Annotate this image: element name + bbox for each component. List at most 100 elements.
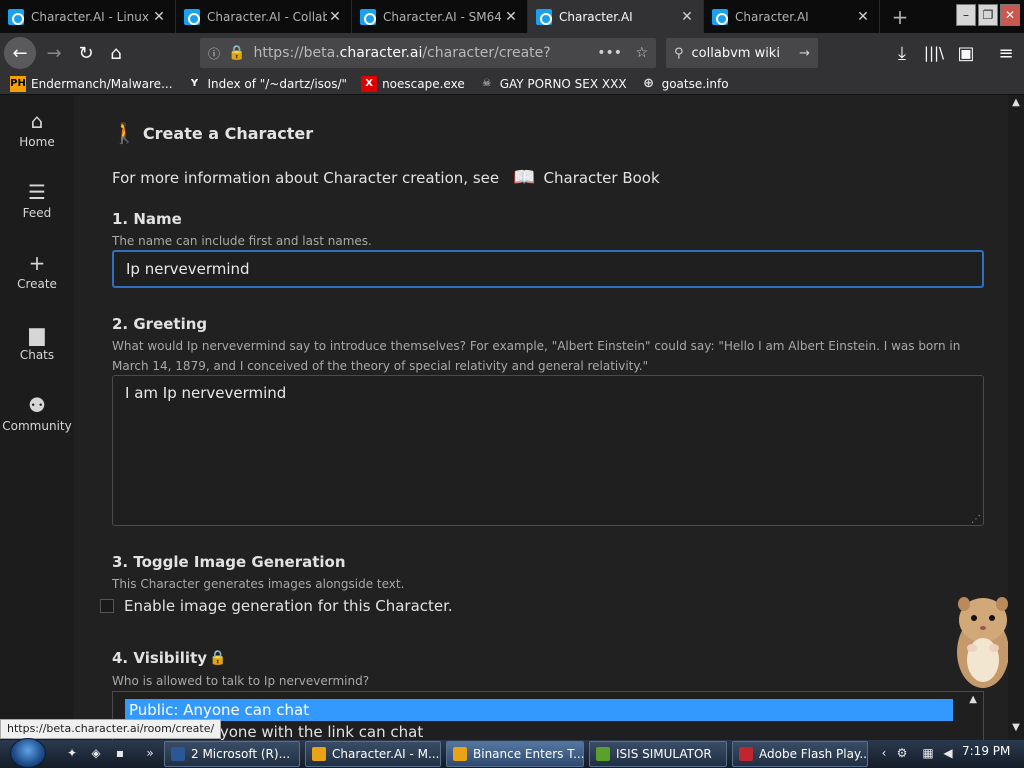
quicklaunch-icon[interactable]: ✦ bbox=[64, 745, 80, 761]
taskbar-clock[interactable]: 7:19 PM bbox=[962, 744, 1010, 758]
taskbar-button[interactable]: Adobe Flash Play... bbox=[732, 741, 868, 767]
bookmark-item[interactable]: PH Endermanch/Malware... bbox=[10, 75, 173, 92]
search-go-icon[interactable]: → bbox=[799, 46, 810, 61]
url-bar[interactable]: ⓘ 🔒 https://beta. character.ai/character/… bbox=[200, 38, 656, 68]
taskbar-button[interactable]: Character.AI - M... bbox=[305, 741, 441, 767]
tab-label: Character.AI - SM64 bbox=[383, 9, 502, 24]
bookmark-item[interactable]: ⊕ goatse.info bbox=[641, 76, 729, 92]
bookmark-star-icon[interactable]: ☆ bbox=[635, 45, 648, 61]
close-icon[interactable]: ✕ bbox=[855, 9, 871, 25]
image-gen-checkbox[interactable] bbox=[100, 599, 114, 613]
image-gen-hint: This Character generates images alongsid… bbox=[112, 577, 405, 591]
tab-label: Character.AI bbox=[735, 9, 809, 24]
tab-strip: Character.AI - Linux ✕ Character.AI - Col… bbox=[0, 0, 1024, 33]
sidebar-item-label: Chats bbox=[19, 348, 55, 362]
network-icon[interactable]: ▦ bbox=[920, 745, 936, 761]
visibility-select[interactable]: Public: Anyone can chat Unlisted: Anyone… bbox=[112, 691, 984, 740]
start-button[interactable] bbox=[10, 738, 46, 768]
character-ai-favicon-icon bbox=[184, 8, 200, 25]
sidebar-item-feed[interactable]: ☰ Feed bbox=[0, 180, 74, 220]
chevron-up-icon[interactable]: ▲ bbox=[969, 694, 977, 705]
show-desktop-icon[interactable]: ▪ bbox=[112, 745, 128, 761]
taskbar-button[interactable]: ISIS SIMULATOR bbox=[589, 741, 727, 767]
nav-toolbar: ← → ↻ ⌂ ⓘ 🔒 https://beta. character.ai/ch… bbox=[0, 33, 1024, 73]
search-bar[interactable]: ⚲ collabvm wiki → bbox=[666, 38, 818, 68]
close-icon[interactable]: ✕ bbox=[151, 9, 167, 25]
home-button[interactable]: ⌂ bbox=[100, 37, 132, 69]
browser-tab-5[interactable]: Character.AI ✕ bbox=[704, 0, 880, 33]
close-window-button[interactable]: ✕ bbox=[1000, 4, 1020, 26]
resize-handle-icon[interactable]: ⋰ bbox=[971, 514, 981, 525]
sidebar-item-chats[interactable]: ▆ Chats bbox=[0, 322, 74, 362]
bookmark-label: goatse.info bbox=[661, 76, 729, 91]
more-info-text: For more information about Character cre… bbox=[112, 168, 500, 187]
bookmark-label: Index of "/~dartz/isos/" bbox=[207, 76, 348, 91]
sidebar-item-community[interactable]: ⚉ Community bbox=[0, 393, 74, 433]
quicklaunch-expand-icon[interactable]: » bbox=[142, 745, 158, 761]
taskbar-button[interactable]: 2 Microsoft (R)... bbox=[164, 741, 300, 767]
character-ai-favicon-icon bbox=[360, 8, 376, 25]
name-input[interactable]: Ip nervevermind bbox=[112, 250, 984, 288]
new-tab-button[interactable]: + bbox=[880, 0, 920, 33]
scroll-down-icon[interactable]: ▼ bbox=[1008, 720, 1024, 736]
close-icon[interactable]: ✕ bbox=[327, 9, 343, 25]
bookmark-item[interactable]: Y Index of "/~dartz/isos/" bbox=[187, 76, 348, 92]
quicklaunch-icon[interactable]: ◈ bbox=[88, 745, 104, 761]
info-icon[interactable]: ⓘ bbox=[208, 45, 220, 62]
browser-tab-2[interactable]: Character.AI - Collab ✕ bbox=[176, 0, 352, 33]
taskbar-button-active[interactable]: Binance Enters T... bbox=[446, 741, 584, 767]
reload-button[interactable]: ↻ bbox=[70, 37, 102, 69]
url-host: character.ai bbox=[339, 45, 423, 61]
character-book-link[interactable]: Character Book bbox=[544, 169, 660, 187]
browser-tab-1[interactable]: Character.AI - Linux ✕ bbox=[0, 0, 176, 33]
page-title-text: Create a Character bbox=[142, 123, 314, 143]
lock-icon: 🔒 bbox=[209, 650, 227, 666]
sidebar-item-label: Create bbox=[17, 277, 57, 291]
url-path: /character/create? bbox=[422, 45, 551, 61]
name-input-value: Ip nervevermind bbox=[126, 260, 250, 278]
app-sidebar: ⌂ Home ☰ Feed + Create ▆ Chats ⚉ Community bbox=[0, 95, 74, 740]
tab-label: Character.AI - Linux bbox=[31, 9, 149, 24]
browser-tab-3[interactable]: Character.AI - SM64 ✕ bbox=[352, 0, 528, 33]
skull-icon: ☠ bbox=[482, 77, 492, 89]
tray-expand-icon[interactable]: ‹ bbox=[876, 745, 892, 761]
browser-tab-4-active[interactable]: Character.AI ✕ bbox=[528, 0, 704, 33]
library-icon[interactable]: |||\ bbox=[918, 37, 950, 69]
bookmarks-toolbar: PH Endermanch/Malware... Y Index of "/~dar… bbox=[0, 73, 1024, 95]
downloads-icon[interactable]: ⤓ bbox=[886, 37, 918, 69]
sidebar-toggle-icon[interactable]: ▣ bbox=[950, 37, 982, 69]
feed-icon: ☰ bbox=[28, 180, 46, 204]
visibility-option-unlisted[interactable]: Unlisted: Anyone with the link can chat bbox=[125, 721, 953, 740]
url-prefix: https://beta. bbox=[253, 45, 340, 61]
character-ai-favicon-icon bbox=[8, 8, 24, 25]
sidebar-item-create[interactable]: + Create bbox=[0, 251, 74, 291]
back-button[interactable]: ← bbox=[4, 37, 36, 69]
visibility-option-public[interactable]: Public: Anyone can chat bbox=[125, 699, 953, 721]
plus-icon: + bbox=[28, 251, 46, 275]
bookmark-item[interactable]: Xnoescape.exe bbox=[361, 75, 465, 92]
home-icon: ⌂ bbox=[30, 109, 44, 133]
sidebar-item-home[interactable]: ⌂ Home bbox=[0, 109, 74, 149]
page-scrollbar[interactable]: ▲ ▼ bbox=[1008, 95, 1024, 740]
x-favicon-icon: X bbox=[361, 75, 378, 92]
bookmark-label: Endermanch/Malware... bbox=[31, 76, 173, 91]
forward-button[interactable]: → bbox=[38, 37, 70, 69]
volume-icon[interactable]: ◀ bbox=[940, 745, 956, 761]
greeting-textarea-value: I am Ip nervevermind bbox=[125, 384, 287, 402]
minimize-button[interactable]: – bbox=[956, 4, 976, 26]
menu-icon[interactable]: ≡ bbox=[990, 37, 1022, 69]
name-hint: The name can include first and last name… bbox=[112, 234, 372, 248]
hamster-overlay-image bbox=[957, 597, 1009, 688]
tray-icon[interactable]: ⚙ bbox=[894, 745, 910, 761]
search-icon: ⚲ bbox=[674, 45, 684, 61]
bookmark-item[interactable]: ☠ GAY PORNO SEX XXX bbox=[479, 76, 626, 92]
close-icon[interactable]: ✕ bbox=[503, 9, 519, 25]
restore-button[interactable]: ❐ bbox=[978, 4, 998, 26]
taskbar-button-label: ISIS SIMULATOR bbox=[616, 747, 712, 761]
close-icon[interactable]: ✕ bbox=[679, 9, 695, 25]
page-actions-icon[interactable]: ••• bbox=[597, 45, 622, 61]
scroll-up-icon[interactable]: ▲ bbox=[1008, 95, 1024, 111]
image-gen-checkbox-label[interactable]: Enable image generation for this Charact… bbox=[124, 597, 453, 615]
greeting-textarea[interactable]: I am Ip nervevermind ⋰ bbox=[112, 375, 984, 526]
sidebar-item-label: Community bbox=[2, 419, 72, 433]
